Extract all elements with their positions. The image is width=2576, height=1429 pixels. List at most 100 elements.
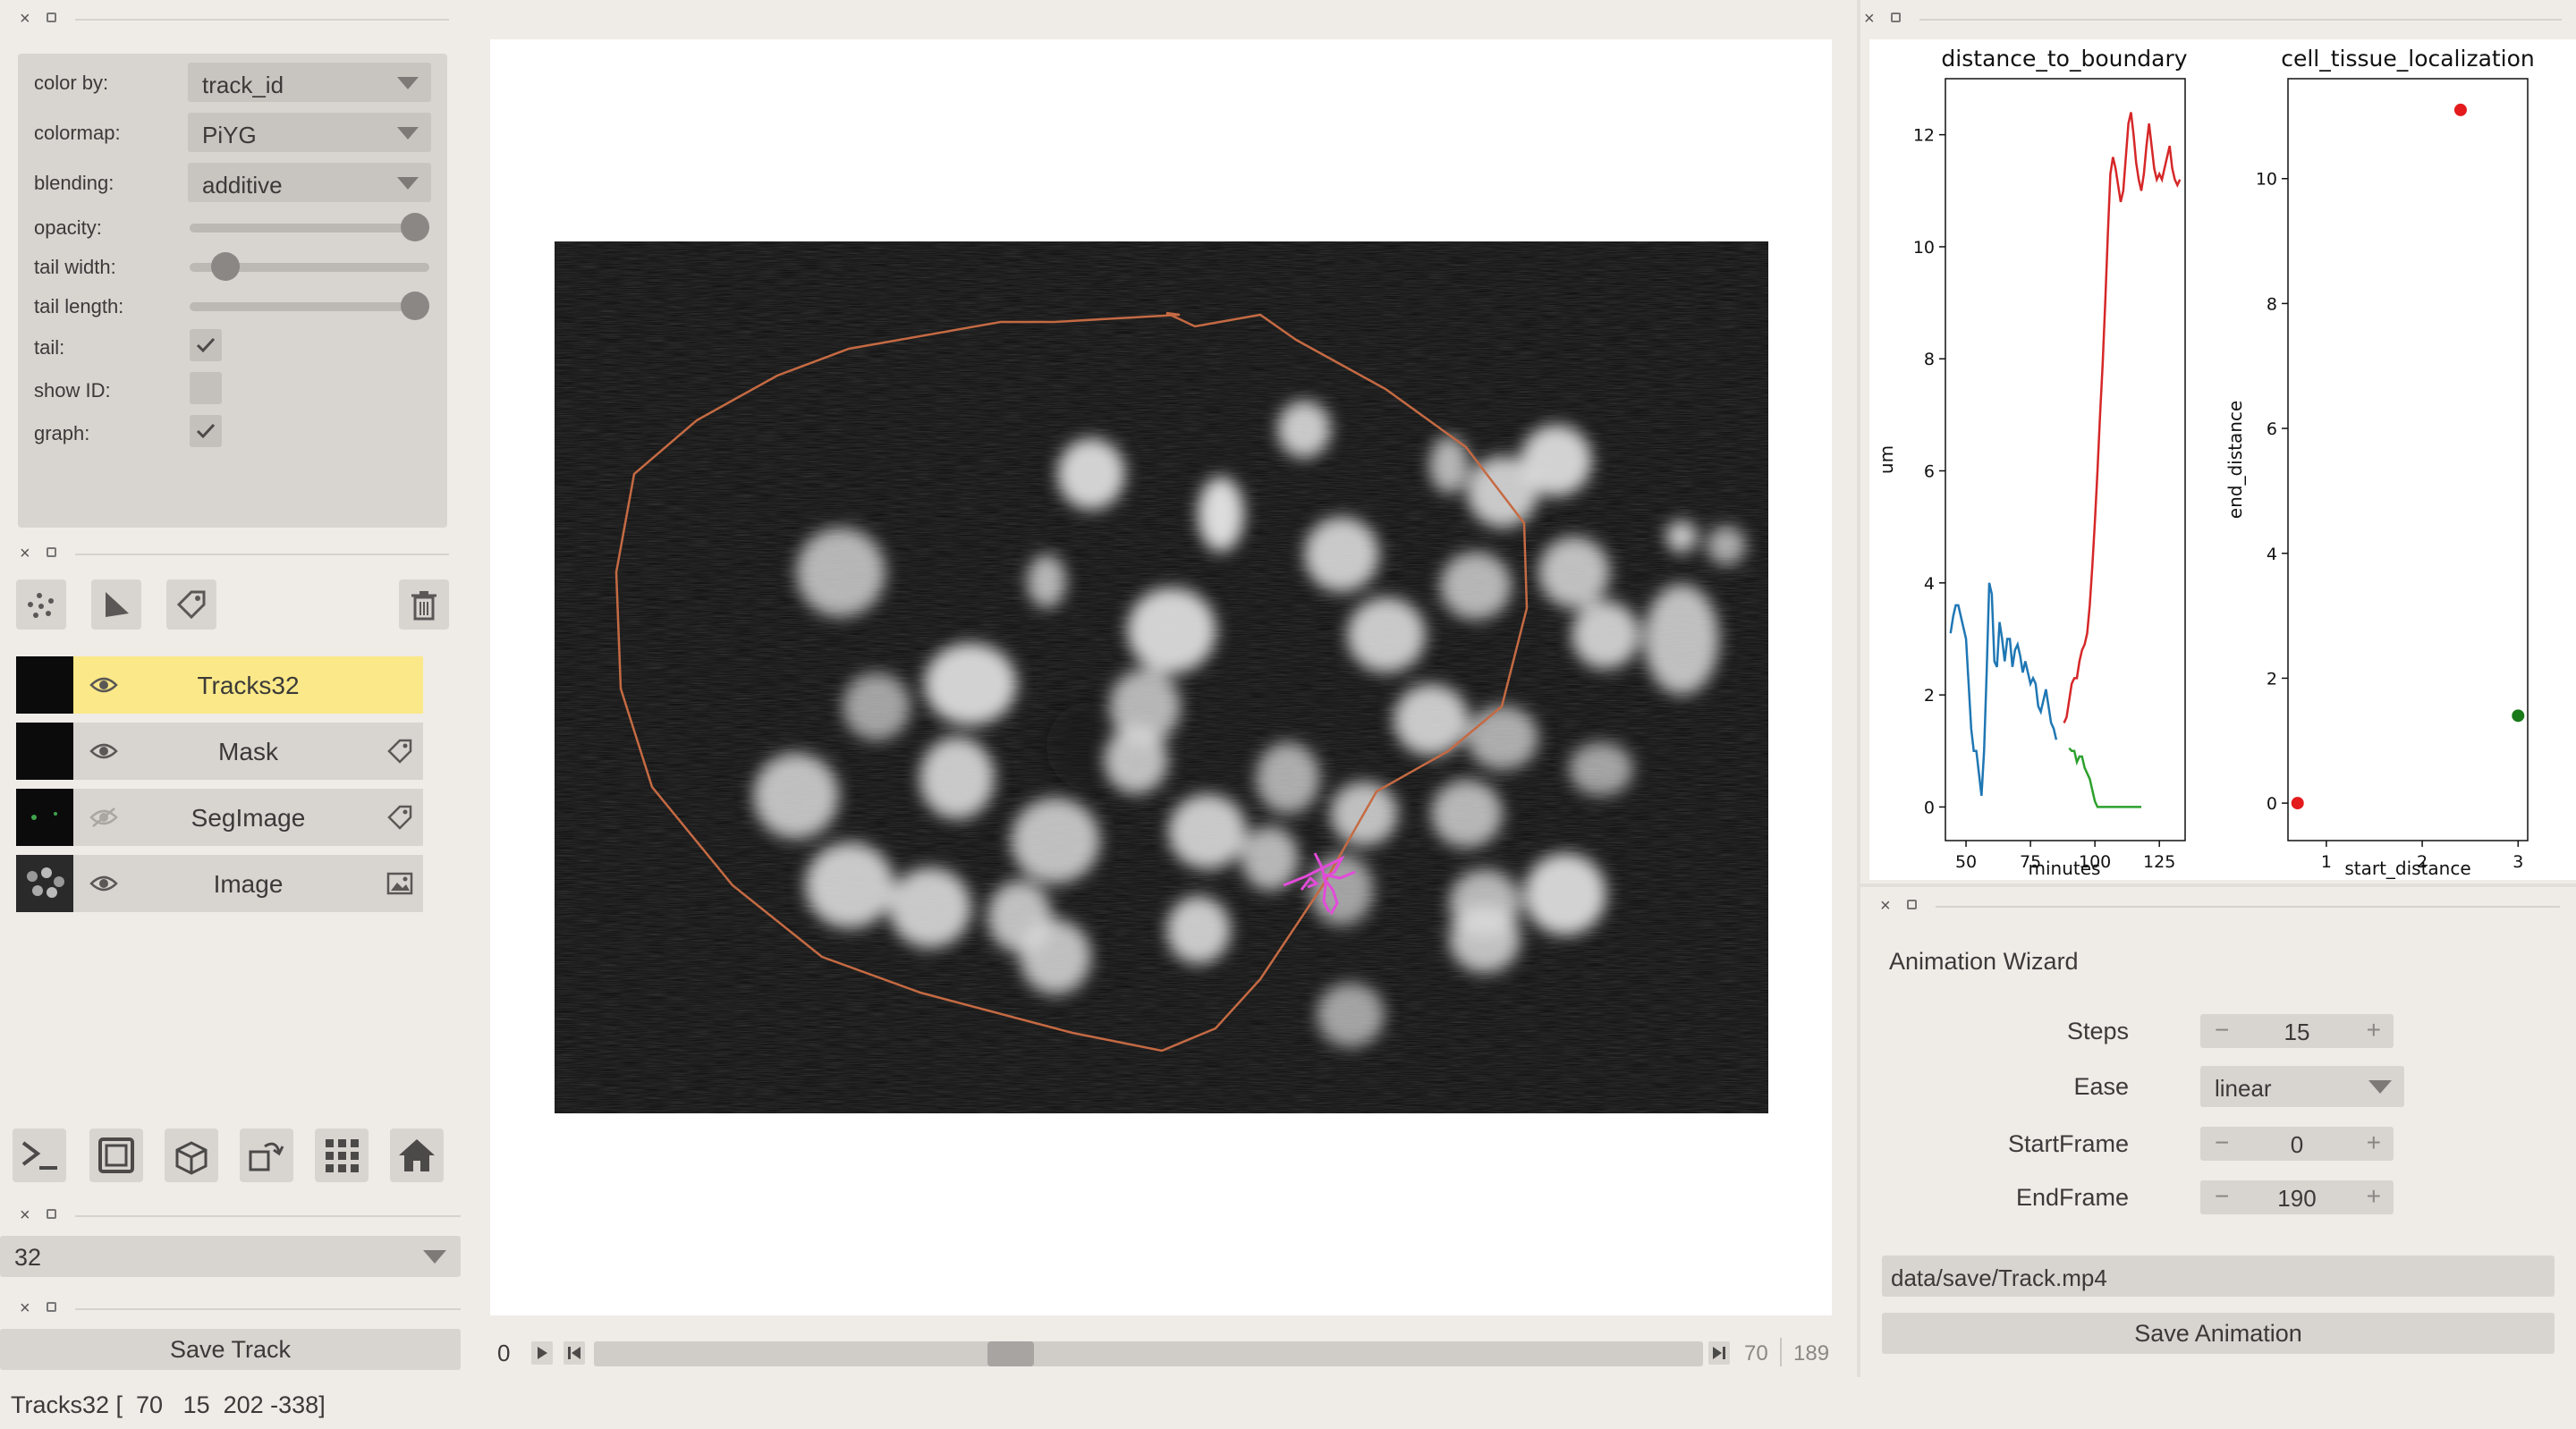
float-icon[interactable]: [47, 1209, 56, 1219]
start-frame-spinbox[interactable]: − 0 +: [2200, 1127, 2394, 1161]
nucleus-blob: [1467, 706, 1538, 770]
save-track-button[interactable]: Save Track: [0, 1329, 461, 1370]
new-shapes-layer-button[interactable]: [91, 579, 141, 630]
grid-mode-button[interactable]: [315, 1129, 369, 1182]
dims-slider-track[interactable]: [594, 1341, 1703, 1366]
tail-length-slider-handle[interactable]: [401, 292, 429, 320]
nucleus-blob: [1127, 588, 1216, 673]
step-back-button[interactable]: [564, 1341, 585, 1365]
ndisplay-toggle-button[interactable]: [89, 1129, 143, 1182]
tail-width-slider-handle[interactable]: [210, 252, 240, 281]
roll-dims-button[interactable]: [165, 1129, 218, 1182]
close-icon[interactable]: ×: [20, 9, 30, 29]
colormap-label: colormap:: [34, 122, 121, 144]
show-id-checkbox[interactable]: [190, 372, 222, 404]
new-labels-layer-button[interactable]: [166, 579, 216, 630]
console-button[interactable]: [13, 1129, 66, 1182]
ease-select[interactable]: linear: [2200, 1066, 2404, 1107]
2d-3d-toggle-icon: [98, 1137, 134, 1173]
track-select-dropdown[interactable]: 32: [0, 1236, 461, 1277]
colormap-value: PiYG: [202, 122, 257, 148]
plus-icon[interactable]: +: [2367, 1182, 2381, 1211]
nucleus-blob: [1304, 517, 1379, 592]
layer-thumbnail: [16, 855, 73, 912]
step-forward-button[interactable]: [1708, 1341, 1730, 1365]
animation-path-input[interactable]: data/save/Track.mp4: [1882, 1256, 2555, 1297]
nucleus-blob: [1027, 554, 1066, 608]
nucleus-blob: [1440, 552, 1512, 620]
skip-start-icon: [568, 1347, 580, 1359]
color-by-select[interactable]: track_id: [188, 63, 431, 102]
opacity-slider[interactable]: [190, 213, 429, 241]
float-icon[interactable]: [47, 13, 56, 22]
layer-row-segimage[interactable]: SegImage: [16, 789, 423, 846]
layer-row-image[interactable]: Image: [16, 855, 423, 912]
layer-thumbnail: [16, 656, 73, 714]
dims-current-frame[interactable]: 70: [1744, 1341, 1768, 1366]
transpose-dims-button[interactable]: [240, 1129, 293, 1182]
label-tag-icon: [387, 805, 412, 830]
color-by-value: track_id: [202, 72, 284, 98]
float-icon[interactable]: [47, 547, 56, 557]
dock-divider: [75, 1215, 461, 1217]
chevron-down-icon: [2368, 1080, 2392, 1094]
layer-row-body[interactable]: Image: [73, 855, 423, 912]
series-line: [2068, 747, 2142, 808]
delete-layer-button[interactable]: [399, 579, 449, 630]
close-icon[interactable]: ×: [20, 1205, 30, 1225]
chart2-frame: [2287, 78, 2529, 841]
end-frame-value[interactable]: 190: [2200, 1185, 2394, 1213]
color-by-label: color by:: [34, 72, 109, 94]
close-icon[interactable]: ×: [20, 544, 30, 563]
tail-length-label: tail length:: [34, 295, 124, 317]
nucleus-blob: [1256, 742, 1320, 814]
graph-checkbox[interactable]: [190, 415, 222, 447]
close-icon[interactable]: ×: [1880, 896, 1891, 916]
plus-icon[interactable]: +: [2367, 1016, 2381, 1044]
tail-width-slider[interactable]: [190, 252, 429, 281]
end-frame-spinbox[interactable]: − 190 +: [2200, 1180, 2394, 1214]
layer-row-body[interactable]: SegImage: [73, 789, 423, 846]
colormap-select[interactable]: PiYG: [188, 113, 431, 152]
dock-splitter-horizontal[interactable]: [1860, 884, 2576, 887]
plot-dock-header: ×: [1864, 9, 2562, 29]
plus-icon[interactable]: +: [2367, 1129, 2381, 1157]
chart2-xlabel: start_distance: [2344, 858, 2470, 879]
close-icon[interactable]: ×: [1864, 9, 1875, 29]
layer-row-tracks32[interactable]: Tracks32: [16, 656, 423, 714]
new-points-layer-button[interactable]: [16, 579, 66, 630]
nucleus-blob: [1394, 684, 1469, 756]
home-button[interactable]: [390, 1129, 444, 1182]
y-tick-label: 2: [1924, 686, 1935, 706]
blending-select[interactable]: additive: [188, 163, 431, 202]
microscopy-render: [555, 241, 1768, 1113]
blending-value: additive: [202, 172, 283, 199]
save-animation-button[interactable]: Save Animation: [1882, 1313, 2555, 1354]
float-icon[interactable]: [47, 1302, 56, 1312]
nucleus-blob: [924, 643, 1017, 725]
nucleus-blob: [753, 753, 839, 839]
float-icon[interactable]: [1907, 900, 1917, 909]
layer-row-mask[interactable]: Mask: [16, 723, 423, 780]
y-tick-label: 6: [1924, 462, 1935, 482]
nucleus-blob: [1569, 742, 1633, 796]
home-icon: [399, 1139, 435, 1171]
tail-length-slider[interactable]: [190, 292, 429, 320]
tail-checkbox[interactable]: [190, 329, 222, 361]
close-icon[interactable]: ×: [20, 1298, 30, 1318]
layer-controls-panel: color by: track_id colormap: PiYG blendi…: [18, 54, 447, 528]
blending-label: blending:: [34, 172, 114, 194]
layer-row-body[interactable]: Mask: [73, 723, 423, 780]
steps-value[interactable]: 15: [2200, 1019, 2394, 1046]
dims-slider-handle[interactable]: [987, 1341, 1034, 1366]
roll-dims-icon: [175, 1141, 208, 1175]
float-icon[interactable]: [1891, 13, 1901, 22]
x-tick-label: 125: [2143, 852, 2175, 872]
play-button[interactable]: [531, 1341, 553, 1365]
steps-spinbox[interactable]: − 15 +: [2200, 1014, 2394, 1048]
start-frame-value[interactable]: 0: [2200, 1131, 2394, 1159]
dock-splitter[interactable]: [1857, 0, 1860, 1377]
layer-row-body[interactable]: Tracks32: [73, 656, 423, 714]
opacity-slider-handle[interactable]: [401, 213, 429, 241]
microscopy-image[interactable]: [555, 241, 1768, 1113]
